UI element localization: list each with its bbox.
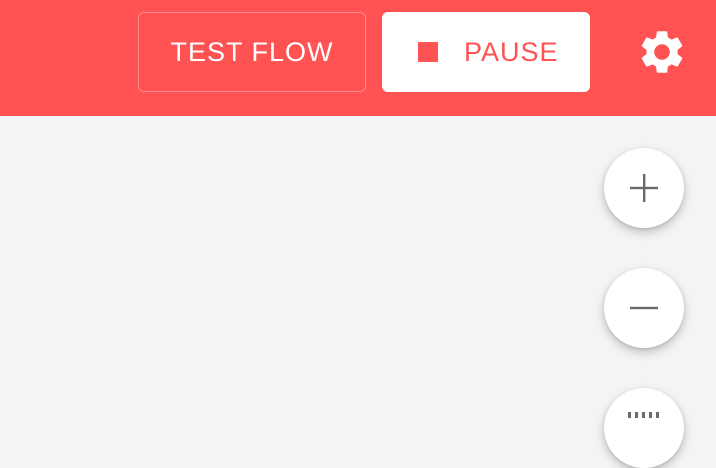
zoom-in-button[interactable] bbox=[604, 148, 684, 228]
test-flow-button[interactable]: TEST FLOW bbox=[138, 12, 366, 92]
minus-icon bbox=[630, 306, 658, 310]
plus-icon bbox=[630, 174, 658, 202]
gear-icon bbox=[641, 31, 683, 73]
grid-icon bbox=[628, 412, 659, 418]
top-toolbar: TEST FLOW PAUSE bbox=[0, 0, 716, 116]
test-flow-label: TEST FLOW bbox=[170, 36, 334, 67]
settings-gear-icon[interactable] bbox=[636, 26, 688, 78]
pause-button[interactable]: PAUSE bbox=[382, 12, 590, 92]
pause-label: PAUSE bbox=[464, 36, 559, 67]
fit-view-button[interactable] bbox=[604, 388, 684, 468]
stop-icon bbox=[418, 42, 438, 62]
zoom-out-button[interactable] bbox=[604, 268, 684, 348]
